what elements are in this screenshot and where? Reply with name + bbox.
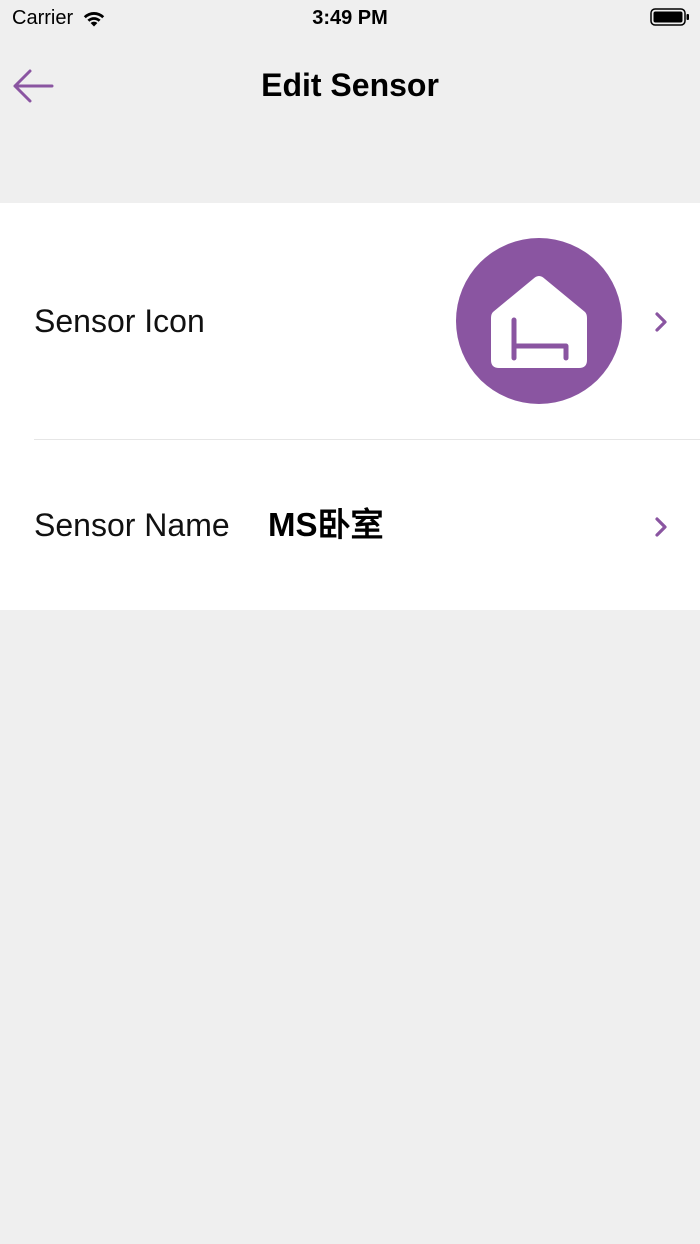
status-time: 3:49 PM bbox=[312, 7, 388, 29]
battery-icon bbox=[650, 8, 689, 26]
sensor-name-value: MS卧室 bbox=[268, 506, 384, 543]
sensor-icon-label: Sensor Icon bbox=[34, 303, 205, 339]
navigation-bar: Edit Sensor bbox=[0, 44, 700, 128]
status-bar: Carrier 3:49 PM bbox=[0, 0, 700, 36]
sensor-name-label: Sensor Name bbox=[34, 507, 230, 543]
sensor-icon-avatar bbox=[456, 238, 622, 404]
sensor-name-row[interactable]: Sensor Name MS卧室 bbox=[0, 440, 700, 610]
chevron-right-icon bbox=[655, 517, 667, 537]
house-bed-icon bbox=[491, 276, 587, 368]
sensor-settings-card: Sensor Icon Sensor Name MS卧室 bbox=[0, 203, 700, 610]
chevron-right-icon bbox=[655, 312, 667, 332]
page-title: Edit Sensor bbox=[261, 67, 439, 103]
sensor-icon-row[interactable]: Sensor Icon bbox=[0, 203, 700, 440]
